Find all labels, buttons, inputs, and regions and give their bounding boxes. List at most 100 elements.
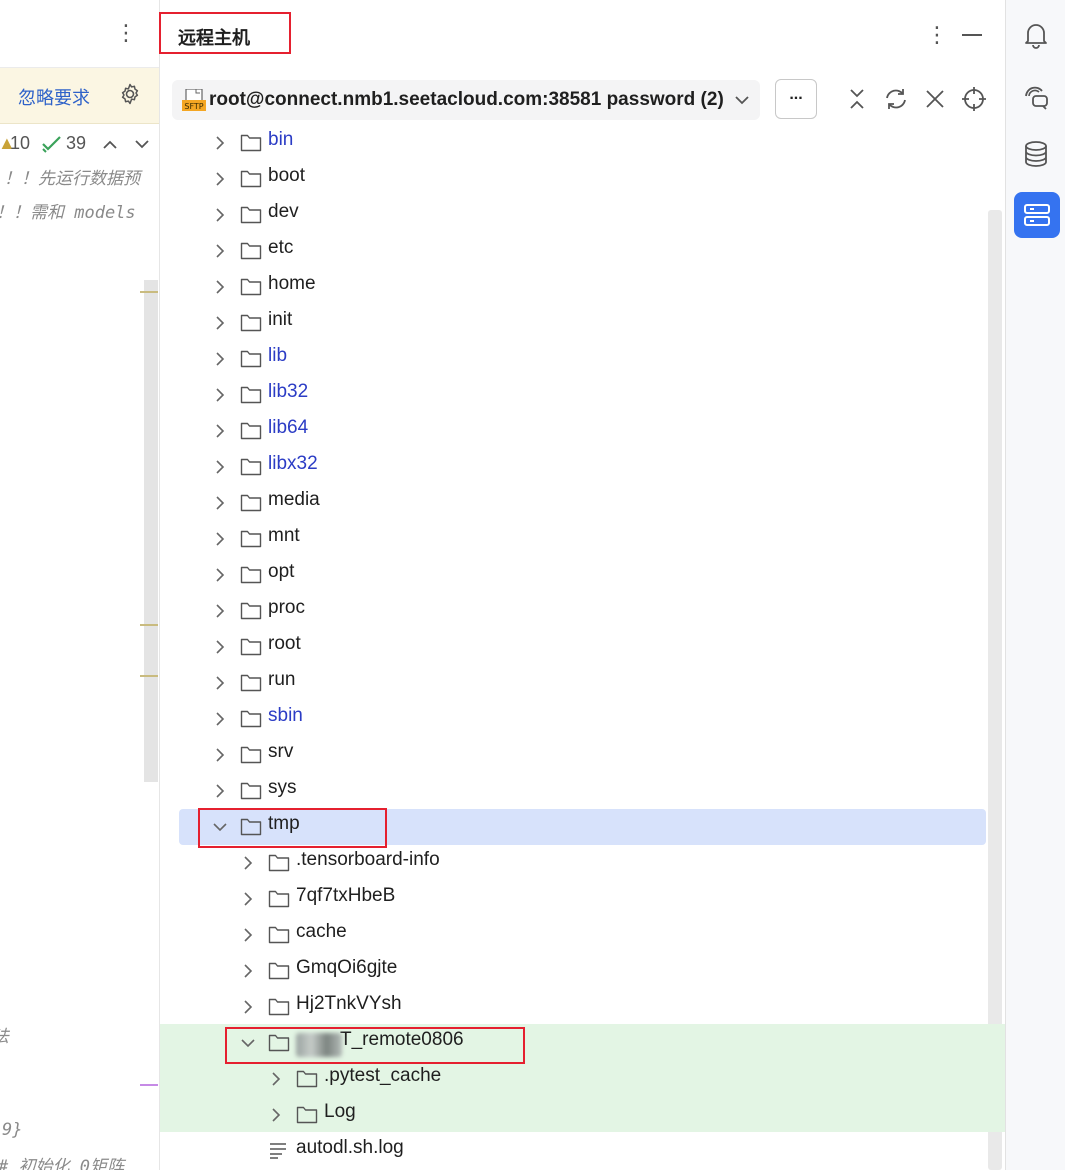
gear-icon[interactable]: [118, 82, 142, 106]
chevron-right-icon[interactable]: [240, 855, 256, 871]
editor-more-icon[interactable]: ⋮: [115, 20, 137, 46]
tree-row[interactable]: srv: [160, 737, 986, 773]
tree-row[interactable]: run: [160, 665, 986, 701]
more-button[interactable]: ...: [775, 79, 817, 119]
tree-row[interactable]: etc: [160, 233, 986, 269]
chevron-right-icon[interactable]: [212, 783, 228, 799]
panel-options-icon[interactable]: ⋮: [926, 22, 948, 48]
chevron-right-icon[interactable]: [212, 711, 228, 727]
ai-chat-icon[interactable]: [1021, 82, 1051, 112]
tree-row[interactable]: 7qf7txHbeB: [160, 881, 986, 917]
chevron-right-icon[interactable]: [212, 459, 228, 475]
editor-toolbar: ⋮: [0, 0, 159, 68]
chevron-up-icon[interactable]: [102, 137, 118, 151]
folder-icon: [240, 746, 262, 764]
folder-name: etc: [268, 237, 294, 258]
database-icon[interactable]: [1021, 139, 1051, 169]
chevron-right-icon[interactable]: [212, 315, 228, 331]
chevron-right-icon[interactable]: [212, 567, 228, 583]
tree-row[interactable]: home: [160, 269, 986, 305]
minimize-icon[interactable]: [962, 34, 982, 36]
chevron-right-icon[interactable]: [212, 603, 228, 619]
panel-header: 远程主机 ⋮: [159, 0, 1005, 70]
tree-row[interactable]: lib: [160, 341, 986, 377]
folder-icon: [240, 494, 262, 512]
tree-row[interactable]: sbin: [160, 701, 986, 737]
tree-row[interactable]: lib64: [160, 413, 986, 449]
close-icon[interactable]: [922, 86, 948, 112]
file-tree: bin boot dev etc home init lib lib32 lib64 libx32…: [160, 128, 1005, 1170]
chevron-right-icon[interactable]: [268, 1107, 284, 1123]
folder-name: sys: [268, 777, 297, 798]
folder-name: run: [268, 669, 296, 690]
tree-row[interactable]: init: [160, 305, 986, 341]
collapse-all-icon[interactable]: [844, 86, 870, 112]
chevron-down-icon[interactable]: [134, 137, 150, 151]
chevron-right-icon[interactable]: [212, 171, 228, 187]
chevron-right-icon[interactable]: [240, 891, 256, 907]
tree-row[interactable]: GmqOi6gjte: [160, 953, 986, 989]
inspection-stats: ▲ 10 39: [0, 133, 159, 157]
tree-row[interactable]: dev: [160, 197, 986, 233]
folder-icon: [240, 674, 262, 692]
chevron-right-icon[interactable]: [212, 279, 228, 295]
chevron-right-icon[interactable]: [212, 531, 228, 547]
tree-row[interactable]: libx32: [160, 449, 986, 485]
tree-row[interactable]: boot: [160, 161, 986, 197]
code-line: ！！需和 models: [0, 203, 136, 223]
tree-row[interactable]: .tensorboard-info: [160, 845, 986, 881]
sftp-icon: SFTP: [182, 89, 206, 111]
tree-row[interactable]: bin: [160, 125, 986, 161]
folder-icon: [240, 638, 262, 656]
tree-row[interactable]: .pytest_cache: [160, 1061, 986, 1097]
folder-name: init: [268, 309, 293, 330]
tree-row[interactable]: media: [160, 485, 986, 521]
tree-row[interactable]: Hj2TnkVYsh: [160, 989, 986, 1025]
chevron-right-icon[interactable]: [212, 495, 228, 511]
warning-count: 10: [10, 133, 31, 153]
chevron-right-icon[interactable]: [268, 1071, 284, 1087]
tree-row[interactable]: sys: [160, 773, 986, 809]
folder-name: mnt: [268, 525, 300, 546]
chevron-right-icon[interactable]: [212, 243, 228, 259]
locate-icon[interactable]: [961, 86, 987, 112]
folder-name: root: [268, 633, 301, 654]
folder-name: lib32: [268, 381, 309, 402]
chevron-right-icon[interactable]: [212, 423, 228, 439]
chevron-right-icon[interactable]: [212, 351, 228, 367]
tree-row[interactable]: root: [160, 629, 986, 665]
folder-icon: [240, 458, 262, 476]
chevron-right-icon[interactable]: [212, 675, 228, 691]
folder-name: media: [268, 489, 320, 510]
folder-name: lib64: [268, 417, 309, 438]
tree-row[interactable]: autodl.sh.log: [160, 1133, 986, 1169]
refresh-icon[interactable]: [883, 86, 909, 112]
chevron-right-icon[interactable]: [240, 999, 256, 1015]
tree-row[interactable]: proc: [160, 593, 986, 629]
change-marker: [140, 1084, 158, 1086]
bell-icon[interactable]: [1021, 20, 1051, 50]
tree-row[interactable]: lib32: [160, 377, 986, 413]
tool-window-rail: [1005, 0, 1065, 1170]
check-count: 39: [66, 133, 87, 153]
chevron-right-icon[interactable]: [212, 747, 228, 763]
ignore-requirements-link[interactable]: 忽略要求: [18, 84, 90, 110]
connection-select[interactable]: SFTP root@connect.nmb1.seetacloud.com:38…: [172, 80, 760, 120]
chevron-right-icon[interactable]: [212, 207, 228, 223]
chevron-right-icon[interactable]: [212, 387, 228, 403]
chevron-right-icon[interactable]: [240, 963, 256, 979]
tree-row[interactable]: opt: [160, 557, 986, 593]
folder-icon: [240, 422, 262, 440]
folder-name: Hj2TnkVYsh: [296, 993, 402, 1014]
highlight-box: [225, 1027, 525, 1064]
chevron-right-icon[interactable]: [212, 639, 228, 655]
chevron-right-icon[interactable]: [240, 927, 256, 943]
code-line: 法: [0, 1022, 9, 1047]
editor-scrollbar[interactable]: [144, 280, 158, 782]
tree-row[interactable]: mnt: [160, 521, 986, 557]
tree-row[interactable]: cache: [160, 917, 986, 953]
tree-row[interactable]: Log: [160, 1097, 986, 1133]
folder-name: lib: [268, 345, 288, 366]
chevron-right-icon[interactable]: [212, 135, 228, 151]
folder-icon: [240, 134, 262, 152]
